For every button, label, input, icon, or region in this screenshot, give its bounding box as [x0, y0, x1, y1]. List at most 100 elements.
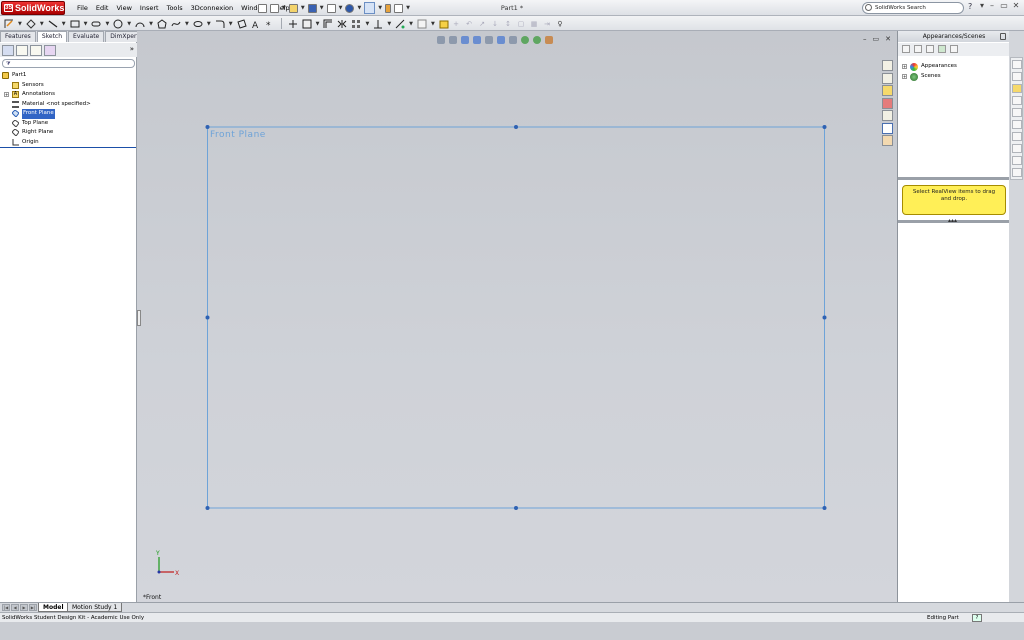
spline-dropdown-icon[interactable]: ▼: [185, 21, 189, 27]
circle-icon[interactable]: [113, 19, 123, 29]
convert-entities-icon[interactable]: [302, 19, 312, 29]
line-dropdown-icon[interactable]: ▼: [62, 21, 66, 27]
tree-item-scenes[interactable]: + Scenes: [902, 72, 957, 82]
polygon-icon[interactable]: [157, 18, 167, 29]
next-tab-icon[interactable]: ▶: [20, 604, 28, 611]
strip-properties-icon[interactable]: [1012, 132, 1022, 141]
view-palette-icon[interactable]: [882, 110, 893, 121]
slot-icon[interactable]: [91, 19, 101, 29]
expand-plus-icon[interactable]: +: [902, 73, 907, 79]
print-dropdown-icon[interactable]: ▼: [339, 5, 343, 11]
file-explorer-icon[interactable]: [882, 85, 893, 96]
pin-menu-icon[interactable]: [258, 3, 267, 13]
open-dropdown-icon[interactable]: ▼: [301, 5, 305, 11]
menu-3dconnexion[interactable]: 3Dconnexion: [187, 0, 238, 16]
help-button[interactable]: ?: [968, 2, 972, 11]
pane-splitter-handle[interactable]: [137, 310, 141, 326]
pane-splitter[interactable]: ▴▴▴: [898, 217, 1010, 224]
strip-appearance-icon[interactable]: [1012, 120, 1022, 129]
rectangle-icon[interactable]: [70, 19, 80, 29]
tree-item-top-plane[interactable]: Top Plane: [0, 118, 136, 129]
dimxpert-manager-tab-icon[interactable]: [44, 45, 56, 56]
arc-icon[interactable]: [135, 19, 145, 29]
repair-dropdown-icon[interactable]: ▼: [431, 21, 435, 27]
mirror-entities-icon[interactable]: [337, 19, 347, 29]
dimension-dropdown-icon[interactable]: ▼: [40, 21, 44, 27]
plane-icon[interactable]: [236, 18, 247, 29]
display-relations-icon[interactable]: [395, 19, 405, 29]
sketch-icon[interactable]: [4, 19, 14, 29]
close-icon[interactable]: ✕: [1010, 1, 1022, 10]
fillet-dropdown-icon[interactable]: ▼: [229, 21, 233, 27]
expand-plus-icon[interactable]: +: [902, 64, 907, 69]
menu-view[interactable]: View: [112, 0, 135, 16]
tab-evaluate[interactable]: Evaluate: [68, 31, 105, 42]
select-cursor-icon[interactable]: [364, 2, 376, 14]
add-to-library-icon[interactable]: [938, 45, 946, 53]
undo-icon[interactable]: [345, 3, 355, 13]
rectangle-dropdown-icon[interactable]: ▼: [84, 21, 88, 27]
repair-sketch-icon[interactable]: [417, 19, 427, 29]
plane-drag-handle[interactable]: [205, 125, 210, 129]
strip-home-icon[interactable]: [1012, 60, 1022, 69]
plane-drag-handle[interactable]: [822, 315, 827, 320]
slot-dropdown-icon[interactable]: ▼: [105, 21, 109, 27]
expand-plus-icon[interactable]: +: [4, 92, 9, 97]
plane-drag-handle[interactable]: [205, 506, 210, 510]
offset-entities-icon[interactable]: [323, 19, 333, 29]
strip-extra-icon[interactable]: [1012, 168, 1022, 177]
menu-edit[interactable]: Edit: [92, 0, 113, 16]
back-icon[interactable]: [902, 45, 910, 53]
arc-dropdown-icon[interactable]: ▼: [149, 21, 153, 27]
fillet-icon[interactable]: [215, 19, 225, 29]
spline-icon[interactable]: [171, 19, 181, 29]
minimize-icon[interactable]: –: [986, 1, 998, 10]
menu-insert[interactable]: Insert: [136, 0, 163, 16]
quick-snaps-icon[interactable]: [439, 19, 449, 29]
select-dropdown-icon[interactable]: ▼: [378, 5, 382, 11]
print-icon[interactable]: [326, 3, 336, 13]
strip-settings-icon[interactable]: [1012, 156, 1022, 165]
point-icon[interactable]: *: [265, 19, 275, 31]
save-icon[interactable]: [307, 3, 317, 13]
expand-pane-icon[interactable]: »: [130, 45, 134, 53]
plane-drag-handle[interactable]: [514, 506, 518, 510]
tree-item-material[interactable]: Material <not specified>: [0, 100, 136, 110]
search-tab-icon[interactable]: [882, 97, 893, 109]
tree-item-sensors[interactable]: Sensors: [0, 81, 136, 91]
tree-item-front-plane[interactable]: Front Plane: [0, 109, 136, 119]
line-icon[interactable]: [48, 19, 58, 29]
plane-drag-handle[interactable]: [205, 315, 210, 320]
rebuild-icon[interactable]: [385, 3, 392, 13]
status-help-icon[interactable]: ?: [972, 614, 982, 622]
first-tab-icon[interactable]: |◀: [2, 604, 10, 611]
custom-properties-icon[interactable]: [882, 135, 893, 146]
up-icon[interactable]: [926, 45, 934, 53]
sketch-canvas[interactable]: Front Plane Y X: [137, 31, 897, 602]
strip-view-icon[interactable]: [1012, 108, 1022, 117]
menu-tools[interactable]: Tools: [163, 0, 187, 16]
strip-palette-icon[interactable]: [1012, 144, 1022, 153]
refresh-icon[interactable]: [950, 45, 958, 53]
ellipse-dropdown-icon[interactable]: ▼: [207, 21, 211, 27]
graphics-area[interactable]: – ▭ ✕ Front Plane Y X *Front: [137, 31, 897, 602]
tree-item-origin[interactable]: Origin: [0, 138, 136, 148]
plane-drag-handle[interactable]: [822, 125, 827, 129]
design-library-icon[interactable]: [882, 72, 893, 84]
forward-icon[interactable]: [914, 45, 922, 53]
move-entities-icon[interactable]: [373, 19, 383, 29]
options-icon[interactable]: [394, 3, 404, 13]
plane-drag-handle[interactable]: [514, 125, 518, 129]
pattern-dropdown-icon[interactable]: ▼: [365, 21, 369, 27]
options-dropdown-icon[interactable]: ▼: [406, 5, 410, 11]
front-plane-outline[interactable]: [207, 126, 825, 509]
pin-icon[interactable]: [1000, 33, 1006, 40]
tab-model[interactable]: Model: [38, 603, 69, 612]
circle-dropdown-icon[interactable]: ▼: [127, 21, 131, 27]
strip-library-icon[interactable]: [1012, 72, 1022, 81]
tab-features[interactable]: Features: [0, 31, 36, 42]
ellipse-icon[interactable]: [193, 19, 203, 29]
restore-icon[interactable]: ▭: [998, 1, 1010, 10]
tree-filter-input[interactable]: ⧩: [2, 59, 135, 68]
new-document-icon[interactable]: [270, 3, 279, 13]
